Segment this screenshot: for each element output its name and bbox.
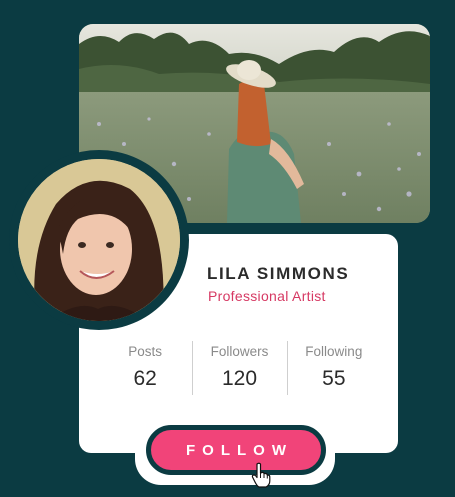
stat-label: Posts xyxy=(128,344,163,359)
hand-pointer-cursor-icon xyxy=(251,462,271,488)
stat-following: Following 55 xyxy=(286,340,381,396)
profile-role: Professional Artist xyxy=(208,288,326,304)
follow-button[interactable]: FOLLOW xyxy=(146,425,326,475)
stat-value: 120 xyxy=(221,367,258,390)
avatar xyxy=(18,159,180,321)
stat-followers: Followers 120 xyxy=(192,340,286,396)
stat-value: 55 xyxy=(322,367,346,390)
profile-stats: Posts 62 Followers 120 Following 55 xyxy=(98,340,381,396)
stat-label: Followers xyxy=(210,344,269,359)
profile-name: LILA SIMMONS xyxy=(207,264,350,283)
stat-posts: Posts 62 xyxy=(98,340,192,396)
stat-value: 62 xyxy=(133,367,157,390)
stat-label: Following xyxy=(305,344,363,359)
